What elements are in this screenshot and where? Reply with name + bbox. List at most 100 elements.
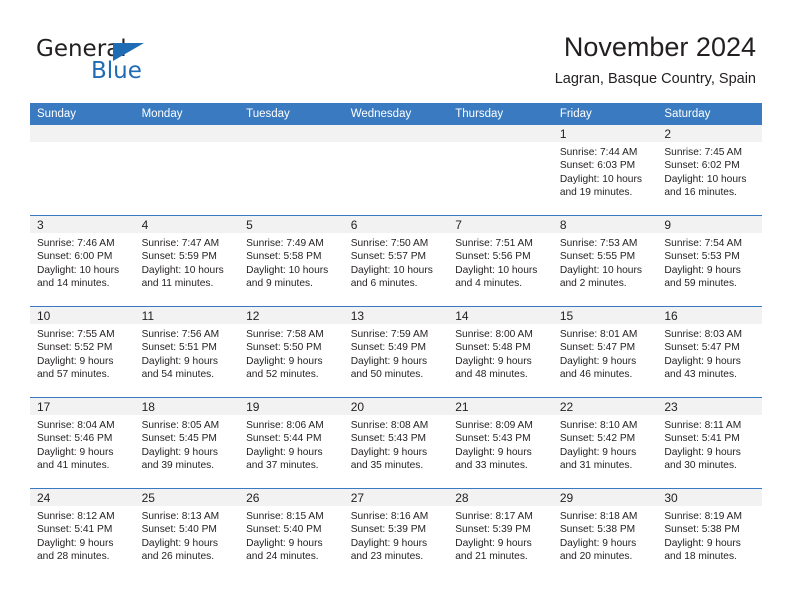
day-daylight-line1-text: Daylight: 9 hours — [246, 446, 323, 458]
weekday-header-tuesday: Tuesday — [246, 108, 290, 120]
day-details: Sunrise: 8:17 AM Sunset: 5:39 PM Daylight:… — [448, 506, 553, 564]
day-number: 11 — [134, 307, 240, 324]
day-sunset-text: Sunset: 6:03 PM — [559, 160, 636, 172]
day-cell-inner: 4 Sunrise: 7:47 AM Sunset: 5:59 PM Daylight… — [134, 216, 240, 306]
calendar-day-cell[interactable]: 5 Sunrise: 7:49 AM Sunset: 5:58 PM Daylight… — [239, 215, 344, 307]
calendar-day-cell[interactable]: 15 Sunrise: 8:01 AM Sunset: 5:47 PM Dayligh… — [552, 306, 658, 398]
calendar-day-cell[interactable]: 17 Sunrise: 8:04 AM Sunset: 5:46 PM Dayligh… — [30, 397, 135, 489]
calendar-day-cell[interactable]: 29 Sunrise: 8:18 AM Sunset: 5:38 PM Dayligh… — [552, 488, 658, 579]
calendar-day-cell[interactable]: 7 Sunrise: 7:51 AM Sunset: 5:56 PM Daylight… — [448, 215, 553, 307]
day-details: Sunrise: 8:13 AM Sunset: 5:40 PM Daylight:… — [135, 506, 240, 564]
day-sunrise-text: Sunrise: 8:15 AM — [246, 511, 324, 522]
calendar-day-cell[interactable]: 16 Sunrise: 8:03 AM Sunset: 5:47 PM Dayligh… — [657, 306, 762, 398]
calendar-day-cell[interactable]: 2 Sunrise: 7:45 AM Sunset: 6:02 PM Daylight… — [657, 125, 762, 216]
day-details — [344, 142, 449, 146]
calendar-day-cell[interactable]: 19 Sunrise: 8:06 AM Sunset: 5:44 PM Dayligh… — [239, 397, 344, 489]
day-cell-inner — [343, 125, 449, 215]
day-number — [134, 125, 240, 142]
day-details: Sunrise: 7:44 AM Sunset: 6:03 PM Daylight:… — [553, 142, 658, 200]
page-title: November 2024 — [563, 32, 756, 62]
day-sunset-text: Sunset: 5:55 PM — [559, 251, 636, 263]
calendar-day-cell[interactable]: 3 Sunrise: 7:46 AM Sunset: 6:00 PM Daylight… — [30, 215, 135, 307]
day-cell-inner — [30, 125, 135, 215]
calendar-day-cell[interactable]: 13 Sunrise: 7:59 AM Sunset: 5:49 PM Dayligh… — [343, 306, 449, 398]
calendar-day-cell[interactable]: 23 Sunrise: 8:11 AM Sunset: 5:41 PM Dayligh… — [657, 397, 762, 489]
calendar-day-cell[interactable]: 9 Sunrise: 7:54 AM Sunset: 5:53 PM Daylight… — [657, 215, 762, 307]
calendar-table: Sunday Monday Tuesday Wednesday Thursday… — [30, 103, 762, 579]
day-number: 9 — [657, 216, 762, 233]
day-sunrise-text: Sunrise: 8:16 AM — [350, 511, 429, 522]
day-daylight-line1-text: Daylight: 9 hours — [246, 355, 323, 367]
day-daylight-line2-text: and 2 minutes. — [559, 278, 627, 290]
calendar-day-cell[interactable]: 18 Sunrise: 8:05 AM Sunset: 5:45 PM Dayligh… — [134, 397, 240, 489]
day-cell-inner: 19 Sunrise: 8:06 AM Sunset: 5:44 PM Dayligh… — [239, 398, 344, 488]
calendar-body: 1 Sunrise: 7:44 AM Sunset: 6:03 PM Daylight… — [30, 125, 762, 579]
day-daylight-line2-text: and 30 minutes. — [664, 460, 737, 472]
calendar-day-cell[interactable]: 28 Sunrise: 8:17 AM Sunset: 5:39 PM Dayligh… — [448, 488, 553, 579]
day-cell-inner — [134, 125, 240, 215]
day-daylight-line2-text: and 48 minutes. — [455, 369, 528, 381]
day-sunset-text: Sunset: 5:52 PM — [37, 342, 113, 354]
day-sunrise-text: Sunrise: 8:19 AM — [664, 511, 742, 522]
calendar-day-cell-empty — [30, 125, 135, 216]
calendar-day-cell[interactable]: 26 Sunrise: 8:15 AM Sunset: 5:40 PM Dayligh… — [239, 488, 344, 579]
day-details: Sunrise: 8:18 AM Sunset: 5:38 PM Daylight:… — [553, 506, 658, 564]
calendar-day-cell[interactable]: 4 Sunrise: 7:47 AM Sunset: 5:59 PM Daylight… — [134, 215, 240, 307]
day-sunrise-text: Sunrise: 7:44 AM — [559, 147, 638, 158]
day-cell-inner: 28 Sunrise: 8:17 AM Sunset: 5:39 PM Dayligh… — [448, 489, 553, 579]
day-number: 22 — [552, 398, 658, 415]
day-daylight-line2-text: and 26 minutes. — [141, 551, 215, 563]
calendar-day-cell[interactable]: 30 Sunrise: 8:19 AM Sunset: 5:38 PM Dayligh… — [657, 488, 762, 579]
day-daylight-line1-text: Daylight: 9 hours — [350, 355, 428, 367]
calendar-day-cell[interactable]: 24 Sunrise: 8:12 AM Sunset: 5:41 PM Dayligh… — [30, 488, 135, 579]
general-blue-logo[interactable]: General Blue — [36, 36, 266, 88]
calendar-day-cell-empty — [448, 125, 553, 216]
day-cell-inner: 10 Sunrise: 7:55 AM Sunset: 5:52 PM Dayligh… — [30, 307, 135, 397]
day-daylight-line2-text: and 37 minutes. — [246, 460, 319, 472]
day-daylight-line2-text: and 23 minutes. — [350, 551, 424, 563]
day-details: Sunrise: 7:50 AM Sunset: 5:57 PM Daylight:… — [344, 233, 449, 291]
day-number: 16 — [657, 307, 762, 324]
day-daylight-line1-text: Daylight: 9 hours — [559, 355, 637, 367]
calendar-day-cell[interactable]: 10 Sunrise: 7:55 AM Sunset: 5:52 PM Dayligh… — [30, 306, 135, 398]
calendar-day-cell[interactable]: 11 Sunrise: 7:56 AM Sunset: 5:51 PM Dayligh… — [134, 306, 240, 398]
calendar-head: Sunday Monday Tuesday Wednesday Thursday… — [30, 103, 762, 125]
day-number: 2 — [657, 125, 762, 142]
day-sunset-text: Sunset: 5:43 PM — [455, 433, 531, 445]
day-daylight-line1-text: Daylight: 10 hours — [37, 264, 120, 276]
day-sunrise-text: Sunrise: 7:46 AM — [37, 238, 115, 249]
day-cell-inner: 26 Sunrise: 8:15 AM Sunset: 5:40 PM Dayligh… — [239, 489, 344, 579]
day-details — [448, 142, 553, 146]
day-sunset-text: Sunset: 5:49 PM — [350, 342, 427, 354]
day-sunrise-text: Sunrise: 8:12 AM — [37, 511, 115, 522]
day-daylight-line1-text: Daylight: 9 hours — [455, 537, 532, 549]
day-daylight-line1-text: Daylight: 9 hours — [559, 446, 637, 458]
day-sunrise-text: Sunrise: 8:06 AM — [246, 420, 324, 431]
calendar-day-cell[interactable]: 21 Sunrise: 8:09 AM Sunset: 5:43 PM Dayligh… — [448, 397, 553, 489]
calendar-day-cell[interactable]: 8 Sunrise: 7:53 AM Sunset: 5:55 PM Daylight… — [552, 215, 658, 307]
calendar-day-cell[interactable]: 20 Sunrise: 8:08 AM Sunset: 5:43 PM Dayligh… — [343, 397, 449, 489]
calendar-day-cell[interactable]: 6 Sunrise: 7:50 AM Sunset: 5:57 PM Daylight… — [343, 215, 449, 307]
day-daylight-line2-text: and 50 minutes. — [350, 369, 424, 381]
calendar-day-cell[interactable]: 22 Sunrise: 8:10 AM Sunset: 5:42 PM Dayligh… — [552, 397, 658, 489]
calendar-week-row: 17 Sunrise: 8:04 AM Sunset: 5:46 PM Dayligh… — [30, 397, 762, 489]
day-details: Sunrise: 8:04 AM Sunset: 5:46 PM Daylight:… — [30, 415, 135, 473]
calendar-day-cell[interactable]: 1 Sunrise: 7:44 AM Sunset: 6:03 PM Daylight… — [552, 125, 658, 216]
day-number: 20 — [343, 398, 449, 415]
calendar-day-cell[interactable]: 12 Sunrise: 7:58 AM Sunset: 5:50 PM Dayligh… — [239, 306, 344, 398]
weekday-header-thursday: Thursday — [455, 108, 504, 120]
calendar-day-cell[interactable]: 14 Sunrise: 8:00 AM Sunset: 5:48 PM Dayligh… — [448, 306, 553, 398]
day-daylight-line2-text: and 31 minutes. — [559, 460, 633, 472]
day-sunset-text: Sunset: 5:48 PM — [455, 342, 531, 354]
day-number: 7 — [448, 216, 553, 233]
calendar-day-cell[interactable]: 27 Sunrise: 8:16 AM Sunset: 5:39 PM Dayligh… — [343, 488, 449, 579]
day-sunrise-text: Sunrise: 8:03 AM — [664, 329, 742, 340]
day-number — [239, 125, 344, 142]
day-sunrise-text: Sunrise: 8:04 AM — [37, 420, 115, 431]
day-sunrise-text: Sunrise: 8:05 AM — [141, 420, 220, 431]
day-sunset-text: Sunset: 5:50 PM — [246, 342, 322, 354]
day-cell-inner: 29 Sunrise: 8:18 AM Sunset: 5:38 PM Dayligh… — [552, 489, 658, 579]
day-number: 25 — [134, 489, 240, 506]
day-daylight-line1-text: Daylight: 9 hours — [141, 355, 219, 367]
calendar-day-cell[interactable]: 25 Sunrise: 8:13 AM Sunset: 5:40 PM Dayligh… — [134, 488, 240, 579]
